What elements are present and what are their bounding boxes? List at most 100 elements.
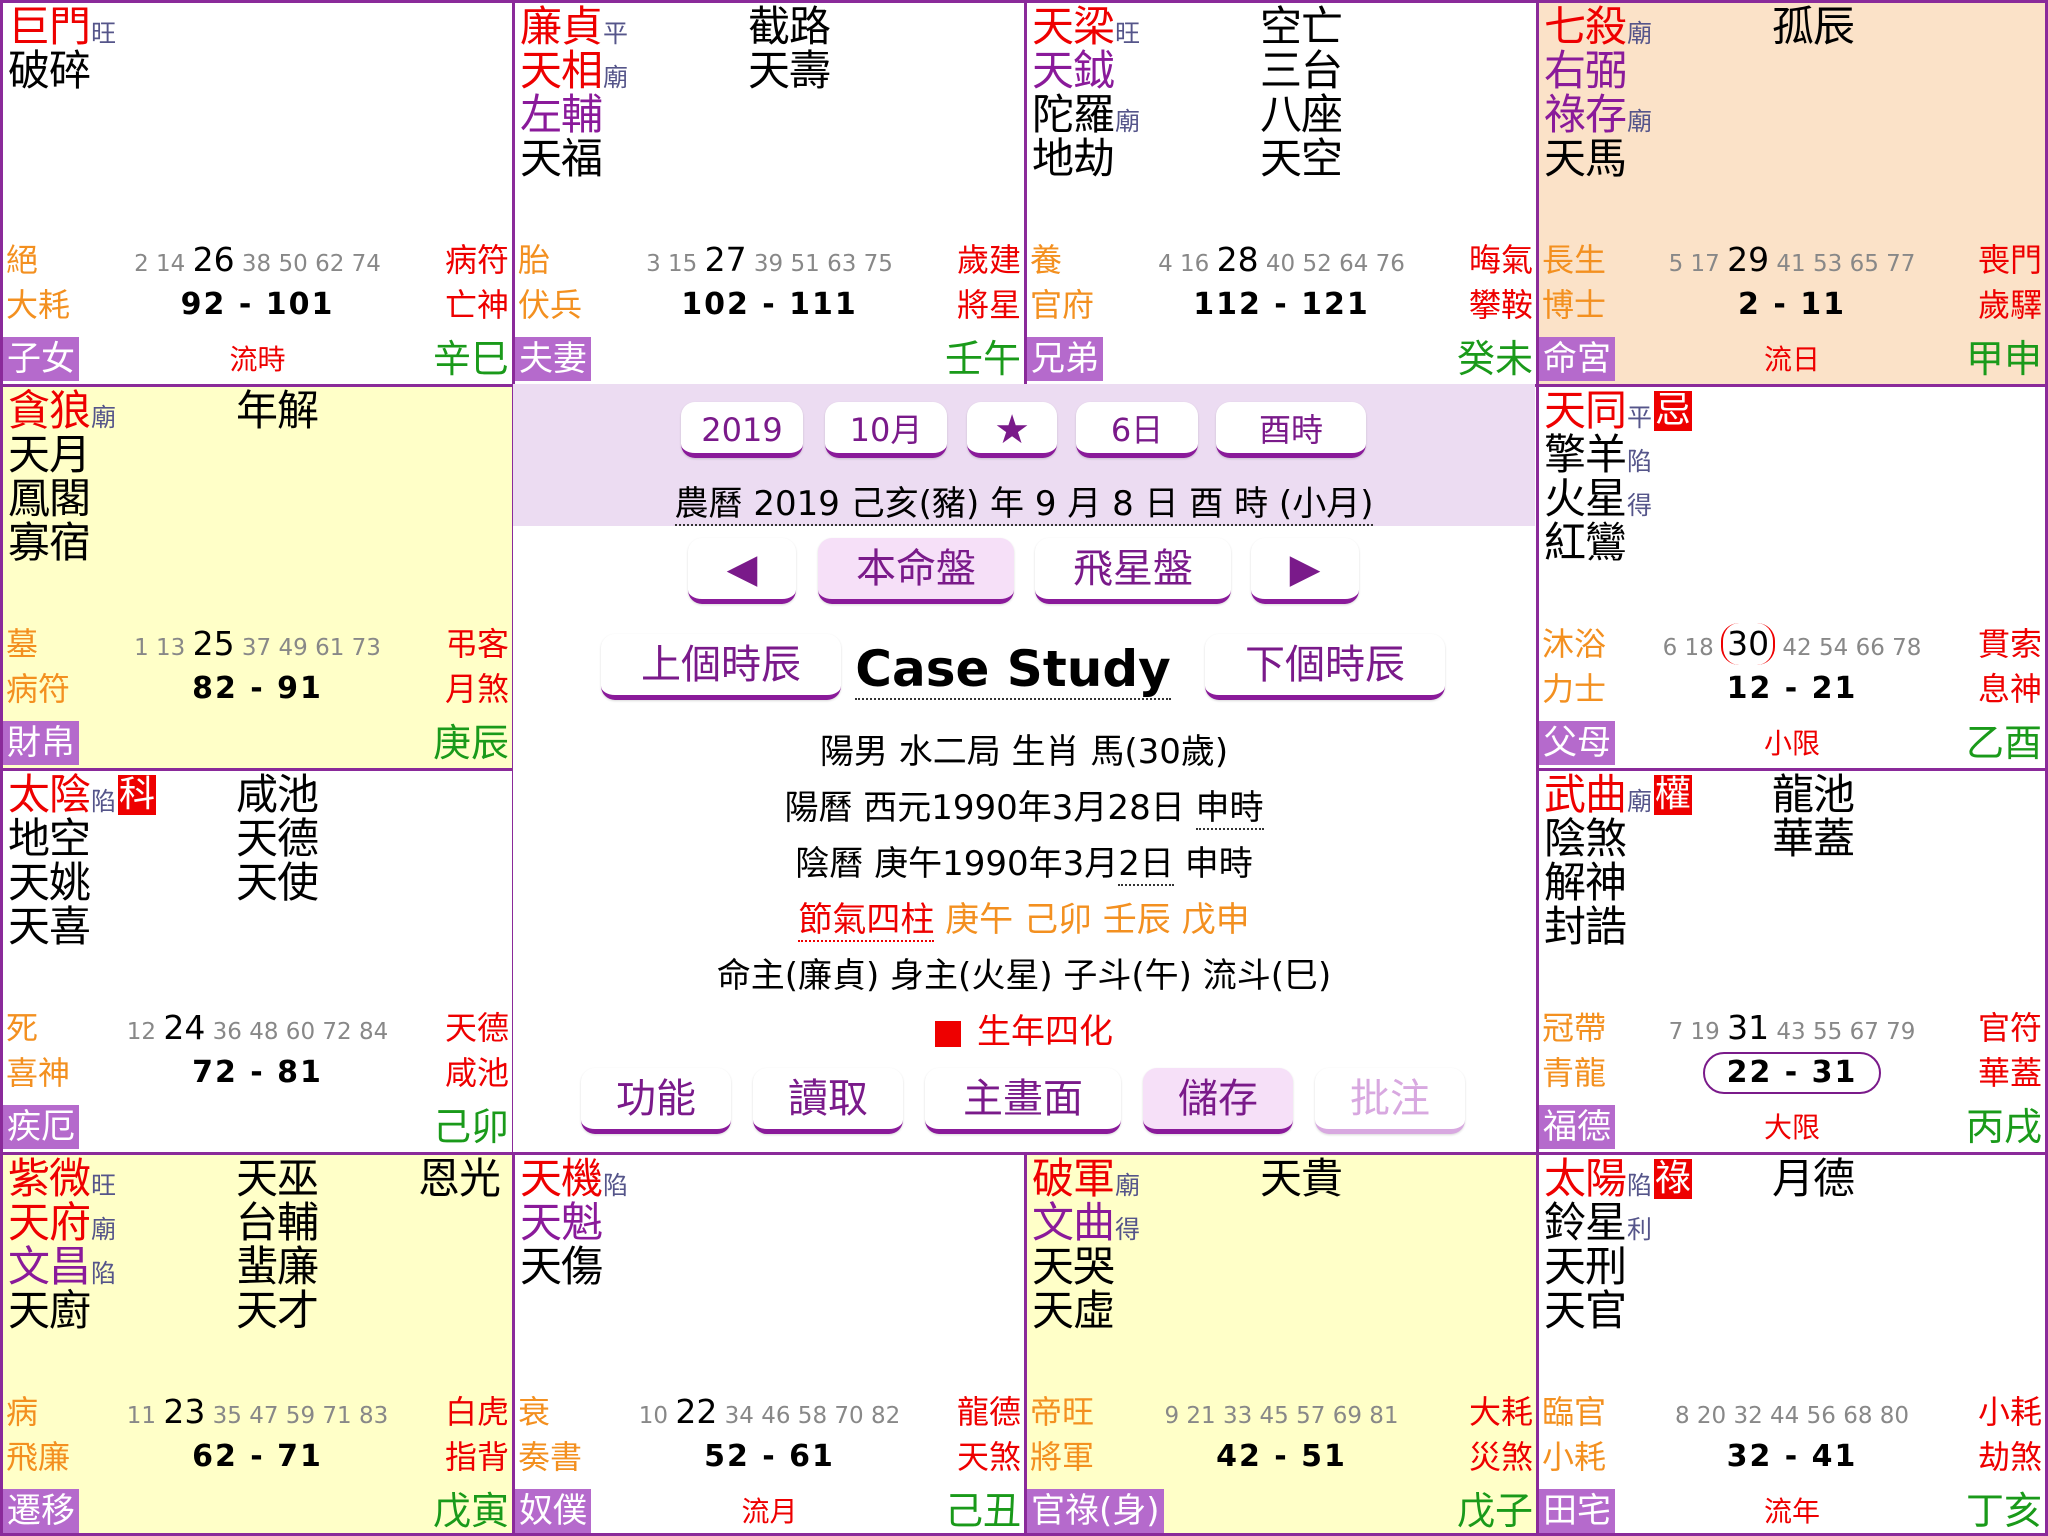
star-name: 太陽 — [1544, 1154, 1627, 1203]
heavenly-stem: 癸未 — [1456, 337, 1533, 381]
next-arrow-icon[interactable]: ▶ — [1251, 538, 1359, 604]
palace-wu[interactable]: 廉貞平天相廟左輔 天福 截路 天壽胎 3 15 27 39 51 63 75 歲建 伏兵 10… — [512, 0, 1027, 387]
minor-star: 蜚廉 — [236, 1242, 319, 1291]
minor-star: 天壽 — [748, 46, 831, 95]
minor-stars: 天貴 — [1260, 1157, 1343, 1201]
star-name: 七殺 — [1544, 2, 1627, 51]
decade-range: 62 - 71 — [192, 1439, 323, 1474]
palace-you[interactable]: 天同平忌擎羊陷火星得紅鸞 沐浴 6 18 30 42 54 66 78 貫索 力士 12 … — [1536, 384, 2048, 771]
star-name: 文昌 — [8, 1242, 91, 1291]
palace-name[interactable]: 疾厄 — [3, 1105, 79, 1149]
star-brightness: 陷 — [1627, 447, 1653, 476]
star-name: 解神 — [1544, 858, 1627, 907]
year-button[interactable]: 2019 — [681, 402, 803, 458]
star-row: 天喜 — [8, 905, 156, 949]
year-god: 官符 — [1977, 1009, 2042, 1047]
star-name: 天同 — [1544, 386, 1627, 435]
star-name: 火星 — [1544, 474, 1627, 523]
star-row: 天刑 — [1544, 1245, 1692, 1289]
major-stars: 貪狼廟天月 鳳閣 寡宿 — [8, 389, 116, 565]
minor-stars: 孤辰 — [1772, 5, 1855, 49]
heavenly-stem: 丙戌 — [1965, 1105, 2042, 1149]
annotate-button[interactable]: 批注 — [1315, 1068, 1465, 1134]
star-name: 寡宿 — [8, 518, 91, 567]
star-icon[interactable]: ★ — [967, 402, 1057, 458]
star-brightness: 旺 — [91, 19, 117, 48]
four-pillars-line: 節氣四柱 庚午 己卯 壬辰 戊申 — [798, 900, 1250, 942]
major-stars: 破軍廟文曲得天哭 天虛 — [1032, 1157, 1140, 1333]
palace-chen[interactable]: 貪狼廟天月 鳳閣 寡宿 年解墓 1 13 25 37 49 61 73 弔客 病符 82 - … — [0, 384, 515, 771]
star-name: 封誥 — [1544, 902, 1627, 951]
hour-button[interactable]: 酉時 — [1216, 402, 1366, 458]
main-screen-button[interactable]: 主畫面 — [925, 1068, 1121, 1134]
star-brightness: 平 — [1627, 403, 1653, 432]
master-stars-line: 命主(廉貞) 身主(火星) 子斗(午) 流斗(巳) — [716, 956, 1332, 996]
minor-star: 空亡 — [1260, 2, 1343, 51]
general-god: 月煞 — [444, 670, 509, 708]
star-name: 祿存 — [1544, 90, 1627, 139]
palace-name[interactable]: 兄弟 — [1027, 337, 1103, 381]
minor-stars: 截路 天壽 — [748, 5, 831, 95]
palace-hai[interactable]: 太陽陷祿鈴星利天刑 天官 月德 臨官 8 20 32 44 56 68 80 小耗 小耗 32… — [1536, 1152, 2048, 1536]
age-list: 7 19 31 43 55 67 79 — [1668, 1008, 1916, 1047]
transformation-badge: 權 — [1654, 774, 1693, 815]
decade-range: 82 - 91 — [192, 671, 323, 706]
year-god: 晦氣 — [1468, 241, 1533, 279]
palace-si[interactable]: 巨門旺破碎絕 2 14 26 38 50 62 74 病符 大耗 92 - 101 亡神子… — [0, 0, 515, 387]
star-row: 天姚 — [8, 861, 156, 905]
minor-star: 天才 — [236, 1286, 319, 1335]
star-row: 天魁 — [520, 1201, 628, 1245]
palace-name[interactable]: 財帛 — [3, 721, 79, 765]
general-god: 華蓋 — [1977, 1054, 2042, 1092]
palace-xu[interactable]: 武曲廟權陰煞 解神 封誥 龍池 華蓋 冠帶 7 19 31 43 55 67 79 官符 青龍 2… — [1536, 768, 2048, 1155]
save-button[interactable]: 儲存 — [1143, 1068, 1293, 1134]
star-name: 天廚 — [8, 1286, 91, 1335]
minor-star: 月德 — [1772, 1154, 1855, 1203]
star-brightness: 廟 — [1627, 19, 1653, 48]
minor-stars-2: 恩光 — [418, 1157, 501, 1201]
palace-shen[interactable]: 七殺廟右弼 祿存廟天馬 孤辰 長生 5 17 29 41 53 65 77 喪門 博士 2 -… — [1536, 0, 2048, 387]
general-god: 歲驛 — [1977, 286, 2042, 324]
palace-zi[interactable]: 破軍廟文曲得天哭 天虛 天貴 帝旺 9 21 33 45 57 69 81 大耗 將軍 42 … — [1024, 1152, 1539, 1536]
palace-mao[interactable]: 太陰陷科地空 天姚 天喜 咸池 天德 天使死 12 24 36 48 60 72 84 天德喜… — [0, 768, 515, 1155]
minor-stars: 咸池 天德 天使 — [236, 773, 319, 905]
star-row: 巨門旺 — [8, 5, 116, 49]
age-list: 8 20 32 44 56 68 80 — [1674, 1403, 1910, 1429]
star-row: 天機陷 — [520, 1157, 628, 1201]
star-row: 天鉞 — [1032, 49, 1140, 93]
palace-yin[interactable]: 紫微旺天府廟文昌陷天廚 天巫 台輔 蜚廉 天才 恩光病 11 23 35 47 59 71 … — [0, 1152, 515, 1536]
general-god: 攀鞍 — [1468, 286, 1533, 324]
decade-range: 32 - 41 — [1726, 1439, 1858, 1474]
major-stars: 天同平忌擎羊陷火星得紅鸞 — [1544, 386, 1693, 565]
star-name: 天相 — [520, 46, 603, 95]
decade-range: 52 - 61 — [704, 1439, 835, 1474]
read-button[interactable]: 讀取 — [753, 1068, 903, 1134]
star-name: 天福 — [520, 134, 603, 183]
palace-wei[interactable]: 天梁旺天鉞 陀羅廟地劫 空亡 三台 八座 天空養 4 16 28 40 52 64 76 晦氣… — [1024, 0, 1539, 387]
next-hour-button[interactable]: 下個時辰 — [1205, 634, 1445, 700]
month-button[interactable]: 10月 — [825, 402, 947, 458]
minor-stars: 龍池 華蓋 — [1772, 773, 1855, 861]
function-button[interactable]: 功能 — [581, 1068, 731, 1134]
palace-name[interactable]: 夫妻 — [515, 337, 591, 381]
star-row: 鈴星利 — [1544, 1201, 1692, 1245]
major-stars: 七殺廟右弼 祿存廟天馬 — [1544, 5, 1652, 181]
general-god: 劫煞 — [1977, 1438, 2042, 1476]
star-row: 紫微旺 — [8, 1157, 116, 1201]
day-button[interactable]: 6日 — [1076, 402, 1198, 458]
star-name: 天虛 — [1032, 1286, 1115, 1335]
prev-hour-button[interactable]: 上個時辰 — [601, 634, 841, 700]
palace-name[interactable]: 官祿(身) — [1027, 1489, 1164, 1533]
natal-chart-button[interactable]: 本命盤 — [818, 538, 1014, 604]
palace-name[interactable]: 遷移 — [3, 1489, 79, 1533]
star-name: 貪狼 — [8, 386, 91, 435]
palace-chou[interactable]: 天機陷天魁 天傷衰 10 22 34 46 58 70 82 龍德 奏書 52 - 61 天… — [512, 1152, 1027, 1536]
prev-arrow-icon[interactable]: ◀ — [688, 538, 796, 604]
star-name: 天姚 — [8, 858, 91, 907]
star-brightness: 得 — [1627, 491, 1653, 520]
star-brightness: 廟 — [91, 403, 117, 432]
flying-star-button[interactable]: 飛星盤 — [1035, 538, 1231, 604]
heavenly-stem: 己卯 — [432, 1105, 509, 1149]
decade-range: 72 - 81 — [192, 1055, 323, 1090]
star-row: 天府廟 — [8, 1201, 116, 1245]
